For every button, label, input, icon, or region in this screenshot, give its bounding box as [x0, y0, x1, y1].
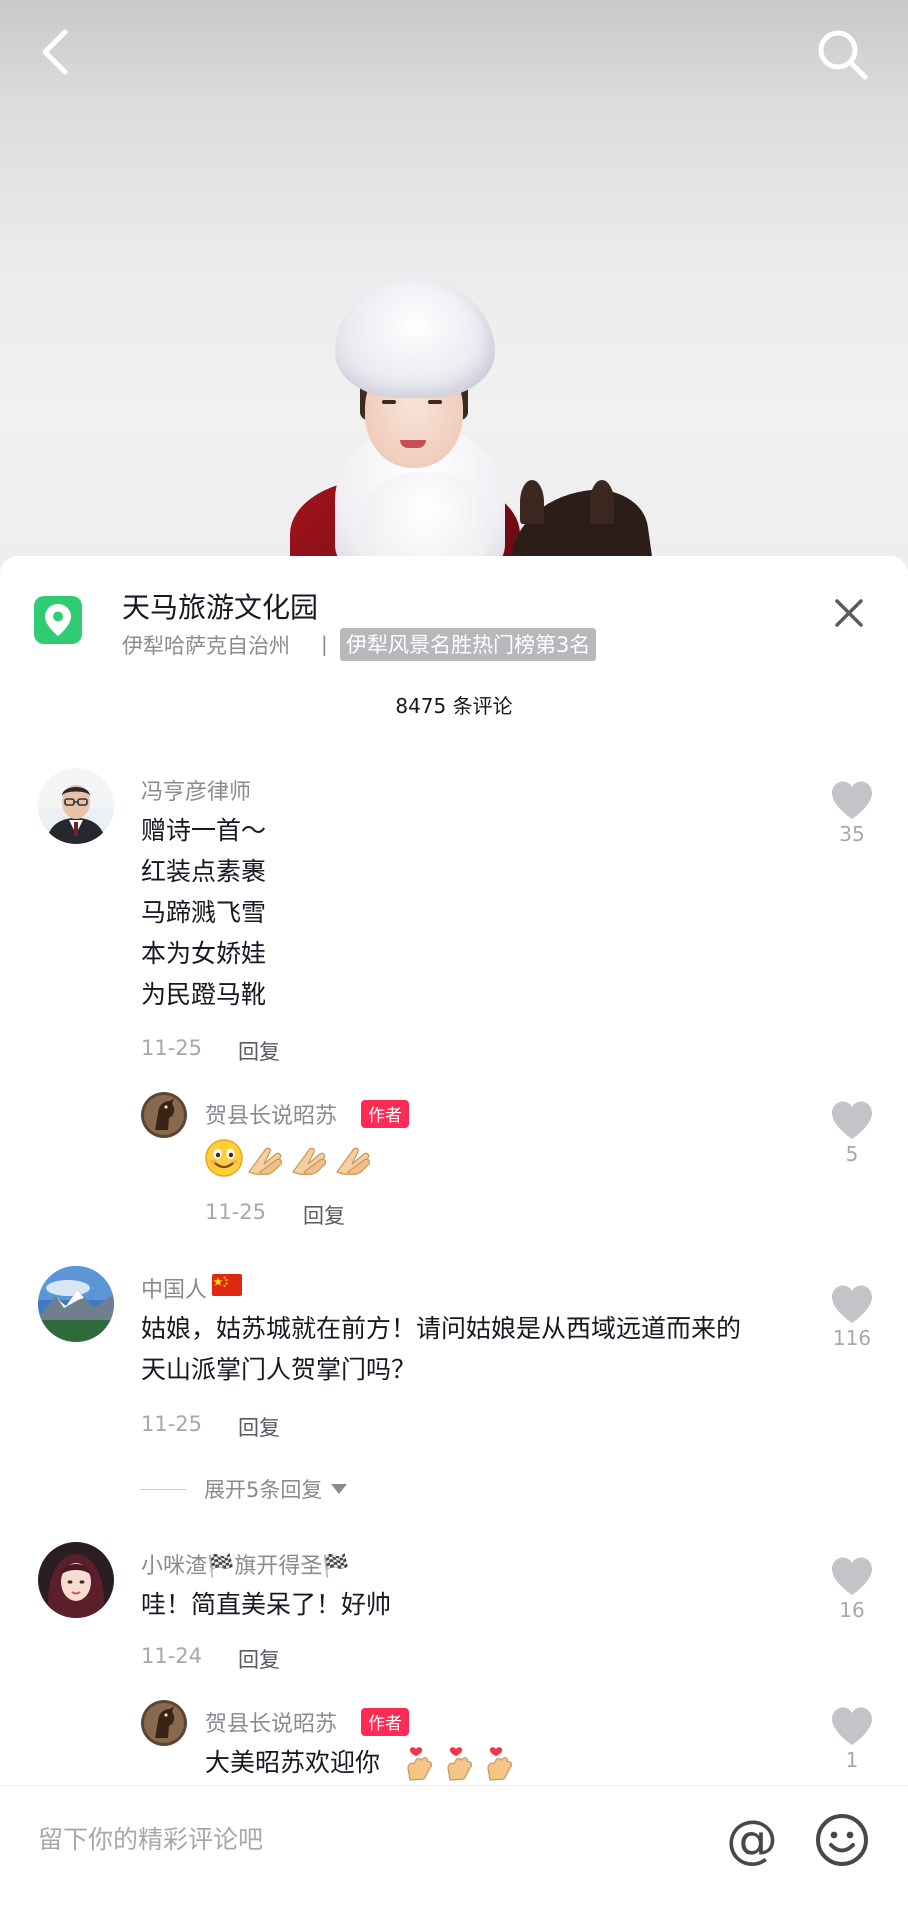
reply-emoji-row — [204, 1138, 376, 1178]
video-horse-ear — [520, 480, 544, 524]
comment-text-line: 为民蹬马靴 — [141, 980, 267, 1009]
avatar[interactable] — [38, 768, 114, 844]
comment-text-line: 本为女娇娃 — [141, 939, 267, 968]
comment-input-bar: 留下你的精彩评论吧 @ — [0, 1785, 908, 1905]
like-button[interactable]: 1 — [822, 1706, 882, 1772]
smile-emoji-icon — [205, 1139, 243, 1177]
like-count: 35 — [839, 822, 865, 846]
comment-text-line: 天山派掌门人贺掌门吗？ — [141, 1355, 417, 1384]
poi-button[interactable] — [34, 596, 82, 644]
comment-nickname[interactable]: 中国人 — [141, 1272, 207, 1304]
video-figure-hat — [335, 278, 495, 398]
author-badge: 作者 — [361, 1100, 409, 1128]
heart-hands-icon — [487, 1747, 513, 1781]
heart-icon — [832, 1557, 872, 1595]
reply-button[interactable]: 回复 — [238, 1412, 280, 1442]
pray-hands-icon — [336, 1147, 371, 1175]
close-button[interactable] — [824, 588, 874, 638]
reply-button[interactable]: 回复 — [238, 1644, 280, 1674]
poi-name[interactable]: 天马旅游文化园 — [122, 586, 318, 626]
back-arrow-icon — [42, 29, 68, 75]
avatar-portrait-icon — [38, 1542, 114, 1618]
expand-replies-button[interactable]: 展开5条回复 — [140, 1474, 348, 1504]
video-figure-eye — [428, 400, 442, 404]
search-button[interactable] — [808, 22, 878, 88]
reply-emoji-row — [404, 1746, 518, 1782]
like-button[interactable]: 116 — [822, 1284, 882, 1350]
avatar-mountain-icon — [38, 1266, 114, 1342]
heart-hands-icon — [447, 1747, 473, 1781]
pray-hands-icon — [292, 1147, 327, 1175]
emoji-icon — [816, 1814, 868, 1866]
like-count: 5 — [845, 1142, 859, 1166]
avatar[interactable] — [141, 1700, 187, 1746]
comment-nickname[interactable]: 小咪渣🏁旗开得圣🏁 — [141, 1548, 350, 1580]
like-button[interactable]: 16 — [822, 1556, 882, 1622]
comment-text-line: 赠诗一首～ — [141, 816, 267, 845]
reply-date: 11-25 — [205, 1200, 267, 1224]
china-flag-icon — [212, 1274, 242, 1296]
like-count: 16 — [839, 1598, 865, 1622]
poi-region: 伊犁哈萨克自治州 — [122, 634, 290, 658]
reply-nickname[interactable]: 贺县长说昭苏 — [205, 1706, 337, 1738]
comment-date: 11-25 — [141, 1412, 203, 1436]
heart-icon — [832, 1101, 872, 1139]
comment-text-line: 红装点素裹 — [141, 857, 267, 886]
emoji-button[interactable] — [814, 1812, 870, 1868]
comment-date: 11-25 — [141, 1036, 203, 1060]
comment-count: 8475 条评论 — [395, 694, 513, 718]
poi-rank-badge[interactable]: 伊犁风景名胜热门榜第3名 — [340, 628, 597, 661]
comment-sheet: 天马旅游文化园 伊犁哈萨克自治州 | 伊犁风景名胜热门榜第3名 8475 条评论… — [0, 556, 908, 1905]
reply-text: 大美昭苏欢迎你 — [205, 1748, 381, 1777]
comment-text-line: 马蹄溅飞雪 — [141, 898, 267, 927]
mention-button[interactable]: @ — [722, 1810, 782, 1870]
video-horse-ear — [590, 480, 614, 524]
expand-replies-label: 展开5条回复 — [204, 1478, 323, 1502]
reply-button[interactable]: 回复 — [303, 1200, 345, 1230]
heart-icon — [832, 1285, 872, 1323]
heart-hands-icon — [407, 1747, 433, 1781]
like-button[interactable]: 35 — [822, 780, 882, 846]
comment-text-line: 哇！简直美呆了！好帅 — [141, 1590, 392, 1619]
video-figure-eye — [382, 400, 396, 404]
back-button[interactable] — [30, 22, 80, 82]
comment-nickname[interactable]: 冯亨彦律师 — [141, 774, 251, 806]
heart-icon — [832, 1707, 872, 1745]
search-icon — [818, 30, 868, 80]
caret-down-icon — [331, 1484, 348, 1494]
avatar-horse-icon — [141, 1700, 187, 1746]
avatar-lawyer-icon — [38, 768, 114, 844]
avatar[interactable] — [38, 1542, 114, 1618]
comment-input[interactable]: 留下你的精彩评论吧 — [38, 1820, 263, 1856]
like-button[interactable]: 5 — [822, 1100, 882, 1166]
video-figure-mouth — [400, 440, 426, 448]
heart-icon — [832, 781, 872, 819]
avatar[interactable] — [141, 1092, 187, 1138]
video-preview[interactable] — [0, 0, 908, 580]
avatar[interactable] — [38, 1266, 114, 1342]
like-count: 1 — [845, 1748, 859, 1772]
reply-nickname[interactable]: 贺县长说昭苏 — [205, 1098, 337, 1130]
reply-button[interactable]: 回复 — [238, 1036, 280, 1066]
like-count: 116 — [832, 1326, 872, 1350]
comment-text-line: 姑娘，姑苏城就在前方！请问姑娘是从西域远道而来的 — [141, 1314, 742, 1343]
expand-divider — [140, 1488, 186, 1490]
author-badge: 作者 — [361, 1708, 409, 1736]
close-icon — [835, 599, 863, 627]
pray-hands-icon — [248, 1147, 283, 1175]
avatar-horse-icon — [141, 1092, 187, 1138]
location-pin-icon — [45, 604, 71, 636]
comment-date: 11-24 — [141, 1644, 203, 1668]
poi-separator: | — [321, 632, 328, 656]
